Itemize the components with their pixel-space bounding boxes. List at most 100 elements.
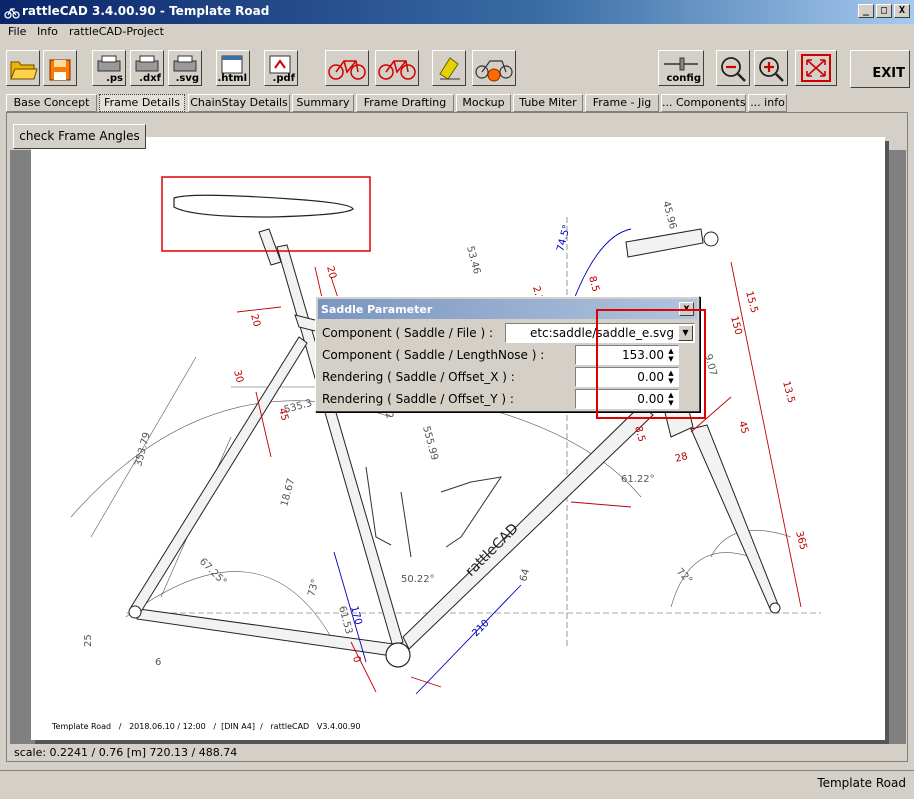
saddle-lengthnose-row: Component ( Saddle / LengthNose ) : 153.… [322, 345, 694, 365]
tab-info[interactable]: ... info [748, 94, 787, 112]
saddle-offset-x-input[interactable]: 0.00 ▲ ▼ [575, 367, 679, 387]
saddle-lengthnose-label: Component ( Saddle / LengthNose ) : [322, 348, 545, 362]
tab-frame-jig[interactable]: Frame - Jig [585, 94, 659, 112]
export-ps-button[interactable]: .ps [92, 50, 126, 86]
fit-screen-icon [801, 54, 831, 82]
scale-readout: scale: 0.2241 / 0.76 [m] 720.13 / 488.74 [14, 746, 238, 759]
dim-label: 13.5 [780, 380, 796, 404]
bike-frame-drawing[interactable]: 20 20 30 45 15.5 150 13.5 45 365 28 8.5 … [31, 137, 885, 740]
bike-compare-button[interactable] [375, 50, 419, 86]
dxf-label: .dxf [139, 73, 161, 84]
eraser-icon [439, 57, 460, 80]
bike-render-icon [475, 60, 513, 82]
close-button[interactable]: X [894, 4, 910, 18]
tab-components[interactable]: ... Components [661, 94, 746, 112]
dim-label: 45.96 [660, 200, 678, 231]
dim-label: 74.5° [555, 224, 573, 253]
save-icon [49, 59, 71, 81]
dim-label: 30 [231, 369, 245, 384]
save-button[interactable] [43, 50, 77, 86]
drawing-sheet[interactable]: 20 20 30 45 15.5 150 13.5 45 365 28 8.5 … [31, 137, 885, 740]
bicycle-icon [378, 60, 416, 80]
dim-label: 20 [324, 265, 338, 280]
dim-label: 8.5 [632, 425, 647, 443]
tab-chainstay-details[interactable]: ChainStay Details [188, 94, 290, 112]
status-bar: Template Road [0, 770, 914, 799]
dim-label: 0 [350, 655, 362, 664]
menu-rattlecad-project[interactable]: rattleCAD-Project [69, 25, 164, 38]
saddle-file-label: Component ( Saddle / File ) : [322, 326, 494, 340]
dim-label: 25 [83, 634, 94, 647]
saddle-file-value: etc:saddle/saddle_e.svg [529, 326, 674, 340]
tab-summary[interactable]: Summary [292, 94, 354, 112]
tab-tube-miter[interactable]: Tube Miter [513, 94, 583, 112]
menu-bar: File Info rattleCAD-Project [0, 24, 914, 42]
dim-label: 150 [728, 315, 744, 336]
ps-label: .ps [106, 73, 123, 84]
open-button[interactable] [6, 50, 40, 86]
status-project-name: Template Road [817, 776, 906, 790]
dim-label: 64 [518, 568, 532, 583]
window-title: rattleCAD 3.4.00.90 - Template Road [22, 4, 270, 18]
export-html-button[interactable]: .html [216, 50, 250, 86]
export-pdf-button[interactable]: .pdf [264, 50, 298, 86]
saddle-file-select[interactable]: etc:saddle/saddle_e.svg ▼ [505, 323, 695, 343]
dim-label: 8.5 [586, 275, 601, 293]
menu-file[interactable]: File [8, 25, 26, 38]
dim-label: 73° [306, 578, 321, 598]
svg-label: .svg [175, 73, 199, 84]
dim-label: 50.22° [401, 574, 435, 585]
maximize-button[interactable]: □ [876, 4, 892, 18]
export-dxf-button[interactable]: .dxf [130, 50, 164, 86]
dim-label: 72° [674, 566, 694, 586]
saddle-offset-y-input[interactable]: 0.00 ▲ ▼ [575, 389, 679, 409]
saddle-offset-y-row: Rendering ( Saddle / Offset_Y ) : 0.00 ▲… [322, 389, 694, 409]
toolbar: .ps .dxf .svg .html .pdf config [0, 44, 914, 90]
dim-label: 353.79 [133, 431, 153, 468]
dropdown-arrow-icon[interactable]: ▼ [678, 325, 693, 341]
config-label: config [666, 73, 702, 84]
config-button[interactable]: config [658, 50, 704, 86]
dim-label: 20 [248, 313, 262, 328]
saddle-lengthnose-value: 153.00 [622, 348, 664, 362]
render-button[interactable] [472, 50, 516, 86]
saddle-lengthnose-input[interactable]: 153.00 ▲ ▼ [575, 345, 679, 365]
saddle-offset-x-label: Rendering ( Saddle / Offset_X ) : [322, 370, 515, 384]
check-frame-angles-button[interactable]: check Frame Angles [13, 124, 146, 149]
clear-button[interactable] [432, 50, 466, 86]
spinner-arrows-icon[interactable]: ▲ ▼ [666, 391, 676, 407]
saddle-parameter-dialog: Saddle Parameter x Component ( Saddle / … [315, 296, 700, 412]
zoom-in-button[interactable] [754, 50, 788, 86]
spinner-arrows-icon[interactable]: ▲ ▼ [666, 369, 676, 385]
menu-info[interactable]: Info [37, 25, 58, 38]
dim-label: 53.46 [464, 245, 482, 276]
fit-view-button[interactable] [795, 50, 837, 86]
export-svg-button[interactable]: .svg [168, 50, 202, 86]
dim-label: 555.99 [420, 425, 440, 462]
dim-label: 15.5 [743, 290, 759, 314]
dialog-close-button[interactable]: x [679, 302, 694, 316]
dim-label: 365 [793, 530, 809, 551]
html-label: .html [217, 73, 247, 84]
saddle-offset-y-value: 0.00 [637, 392, 664, 406]
bicycle-icon [328, 60, 366, 80]
tab-frame-drafting[interactable]: Frame Drafting [356, 94, 454, 112]
saddle-offset-y-label: Rendering ( Saddle / Offset_Y ) : [322, 392, 514, 406]
tab-base-concept[interactable]: Base Concept [6, 94, 97, 112]
zoom-out-button[interactable] [716, 50, 750, 86]
slider-icon [664, 57, 698, 71]
bike-view-button[interactable] [325, 50, 369, 86]
spinner-arrows-icon[interactable]: ▲ ▼ [666, 347, 676, 363]
dialog-title-bar[interactable]: Saddle Parameter x [318, 299, 697, 319]
zoom-in-icon [759, 57, 784, 82]
app-icon [4, 7, 20, 19]
dim-label: 9.07 [702, 353, 718, 377]
dim-label: 28 [674, 451, 689, 465]
saddle-offset-x-row: Rendering ( Saddle / Offset_X ) : 0.00 ▲… [322, 367, 694, 387]
folder-icon [10, 61, 38, 80]
dialog-title: Saddle Parameter [321, 303, 433, 316]
exit-button[interactable]: EXIT [850, 50, 910, 88]
minimize-button[interactable]: _ [858, 4, 874, 18]
tab-frame-details[interactable]: Frame Details [99, 94, 185, 112]
tab-mockup[interactable]: Mockup [456, 94, 511, 112]
